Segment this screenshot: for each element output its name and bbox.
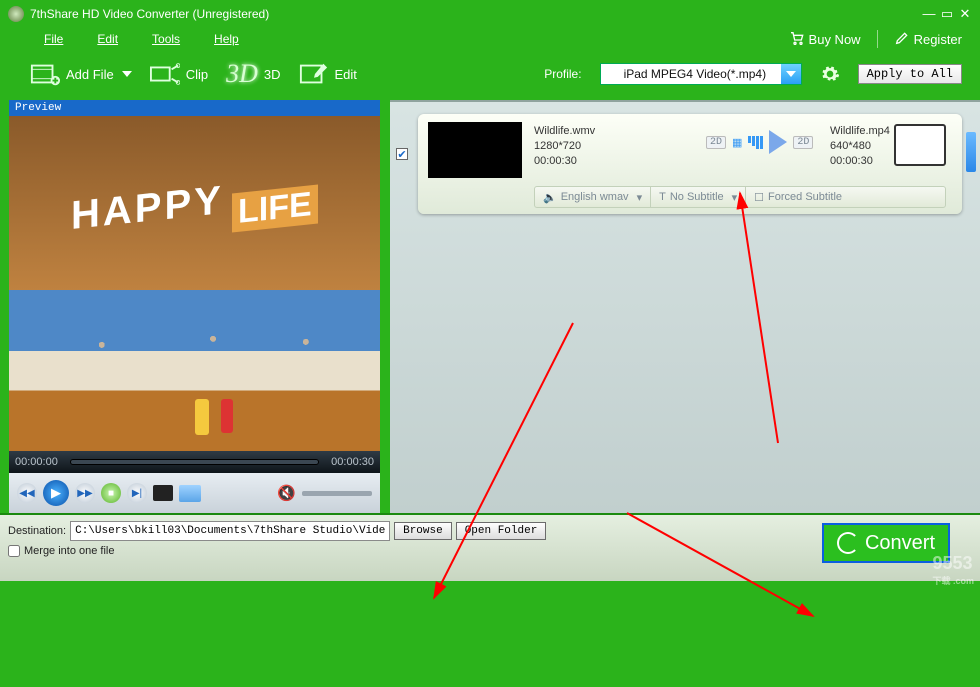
cart-icon <box>789 30 805 49</box>
preview-panel: Preview HAPPY LIFE 00:00:00 00:00:30 ◀◀ … <box>9 100 380 513</box>
convert-label: Convert <box>865 532 935 555</box>
menu-edit[interactable]: Edit <box>97 32 118 46</box>
volume-slider[interactable] <box>302 491 372 496</box>
3d-label: 3D <box>264 67 281 82</box>
clip-label: Clip <box>186 67 208 82</box>
app-icon <box>8 6 24 22</box>
window-title: 7thShare HD Video Converter (Unregistere… <box>30 7 922 21</box>
menu-help[interactable]: Help <box>214 32 239 46</box>
seek-slider[interactable] <box>70 459 319 465</box>
arrow-right-icon <box>769 130 787 154</box>
chevron-down-icon <box>122 71 132 77</box>
add-file-button[interactable]: Add File <box>30 61 132 87</box>
snapshot-button[interactable] <box>153 485 173 501</box>
divider <box>877 30 878 48</box>
badge-2d-source: 2D <box>706 136 726 149</box>
audio-track-label: English wmav <box>561 191 629 203</box>
time-elapsed: 00:00:00 <box>15 456 58 468</box>
source-resolution: 1280*720 <box>534 139 595 154</box>
profile-label: Profile: <box>544 67 581 81</box>
source-duration: 00:00:30 <box>534 154 595 169</box>
clip-icon <box>150 61 180 87</box>
profile-dropdown[interactable]: ▭ iPad MPEG4 Video(*.mp4) <box>600 63 802 85</box>
file-list-panel: ✔ Wildlife.wmv 1280*720 00:00:30 2D ▦ 2D… <box>390 100 980 513</box>
source-name: Wildlife.wmv <box>534 124 595 139</box>
mute-icon[interactable]: 🔇 <box>277 484 296 502</box>
watermark: 9553 下载 .com <box>932 553 974 587</box>
forced-subtitle-toggle[interactable]: ☐ Forced Subtitle <box>746 187 850 207</box>
3d-button[interactable]: 3D 3D <box>226 59 280 89</box>
add-file-label: Add File <box>66 67 114 82</box>
destination-label: Destination: <box>8 525 66 537</box>
time-total: 00:00:30 <box>331 456 374 468</box>
watermark-main: 9553 <box>932 553 972 573</box>
item-checkbox[interactable]: ✔ <box>396 148 408 160</box>
menu-tools[interactable]: Tools <box>152 32 180 46</box>
snapshot-folder-button[interactable] <box>179 485 201 502</box>
edit-label: Edit <box>335 67 357 82</box>
film-add-icon <box>30 61 60 87</box>
watermark-sub: 下载 .com <box>932 574 974 587</box>
register-link[interactable]: Register <box>894 30 962 49</box>
source-thumbnail <box>428 122 522 178</box>
speaker-icon: 🔈 <box>543 191 557 204</box>
film-edit-icon <box>299 61 329 87</box>
open-folder-button[interactable]: Open Folder <box>456 522 547 540</box>
subtitle-label: No Subtitle <box>670 191 724 203</box>
close-button[interactable]: ✕ <box>958 7 972 21</box>
maximize-button[interactable]: ▭ <box>940 7 954 21</box>
apply-to-all-button[interactable]: Apply to All <box>858 64 962 84</box>
browse-button[interactable]: Browse <box>394 522 452 540</box>
register-label: Register <box>914 32 962 47</box>
merge-label: Merge into one file <box>24 545 115 557</box>
destination-input[interactable] <box>70 521 390 541</box>
bars-icon <box>748 136 763 149</box>
3d-icon: 3D <box>226 59 258 89</box>
merge-checkbox[interactable] <box>8 545 20 557</box>
pen-icon <box>894 30 910 49</box>
stop-button[interactable]: ■ <box>101 483 121 503</box>
dest-name: Wildlife.mp4 <box>830 124 890 139</box>
subtitle-dropdown[interactable]: TNo Subtitle▾ <box>651 187 746 207</box>
dest-info: Wildlife.mp4 640*480 00:00:30 <box>830 124 890 169</box>
forced-subtitle-label: Forced Subtitle <box>768 191 842 203</box>
preview-text-life: LIFE <box>232 184 318 232</box>
step-button[interactable]: ▶| <box>127 483 147 503</box>
menu-file[interactable]: File <box>44 32 63 46</box>
preview-image: HAPPY LIFE <box>9 116 380 451</box>
profile-value: iPad MPEG4 Video(*.mp4) <box>621 67 781 81</box>
clip-button[interactable]: Clip <box>150 61 208 87</box>
chevron-down-icon <box>781 64 801 84</box>
minimize-button[interactable]: — <box>922 7 936 21</box>
play-button[interactable]: ▶ <box>43 480 69 506</box>
checkbox-icon: ☐ <box>754 191 764 204</box>
preview-text-happy: HAPPY <box>71 178 224 239</box>
audio-track-dropdown[interactable]: 🔈English wmav▾ <box>535 187 651 207</box>
scrollbar-thumb[interactable] <box>966 132 976 172</box>
dest-duration: 00:00:30 <box>830 154 890 169</box>
device-icon: ▭ <box>601 68 621 81</box>
edit-button[interactable]: Edit <box>299 61 357 87</box>
grid-icon: ▦ <box>732 136 742 149</box>
settings-button[interactable] <box>820 64 840 84</box>
dest-thumbnail <box>894 124 946 166</box>
source-info: Wildlife.wmv 1280*720 00:00:30 <box>534 124 595 169</box>
list-item[interactable]: ✔ Wildlife.wmv 1280*720 00:00:30 2D ▦ 2D… <box>418 114 962 214</box>
subtitle-icon: T <box>659 191 666 203</box>
prev-button[interactable]: ◀◀ <box>17 483 37 503</box>
buy-now-label: Buy Now <box>809 32 861 47</box>
badge-2d-dest: 2D <box>793 136 813 149</box>
convert-button[interactable]: Convert <box>822 523 950 563</box>
preview-title: Preview <box>9 100 380 116</box>
dest-resolution: 640*480 <box>830 139 890 154</box>
next-button[interactable]: ▶▶ <box>75 483 95 503</box>
buy-now-link[interactable]: Buy Now <box>789 30 861 49</box>
